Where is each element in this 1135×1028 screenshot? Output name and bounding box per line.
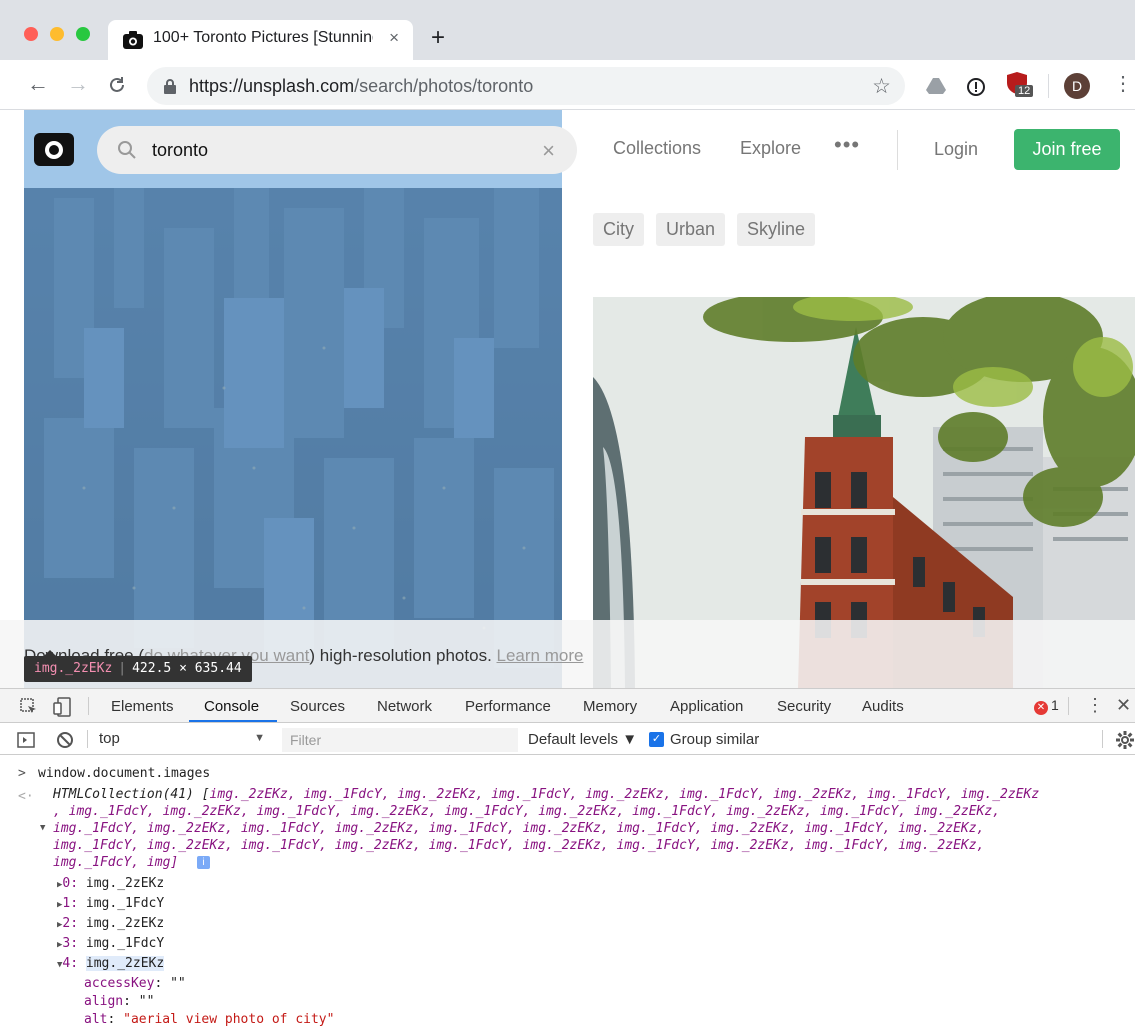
browser-menu-icon[interactable]: ⋮ — [1113, 74, 1133, 94]
toolbar-divider — [1048, 74, 1049, 98]
group-similar-checkbox[interactable]: ✓ — [649, 732, 664, 747]
minimize-window-button[interactable] — [50, 27, 64, 41]
element-highlight-overlay — [24, 110, 562, 688]
back-arrow-icon[interactable]: ← — [27, 73, 49, 95]
sidebar-toggle-icon[interactable] — [17, 732, 35, 748]
search-value: toronto — [152, 140, 209, 160]
learn-more-link[interactable]: Learn more — [497, 646, 584, 665]
context-select[interactable]: top ▼ — [99, 730, 271, 750]
property-row[interactable]: accessKey: "" — [84, 975, 186, 992]
collection-line: img._1FdcY, img._2zEKz, img._1FdcY, img.… — [53, 821, 985, 836]
tab-close-icon[interactable]: × — [389, 28, 399, 48]
collection-item[interactable]: ▼4: img._2zEKz — [57, 955, 165, 974]
collection-line: img._1FdcY, img] — [53, 855, 179, 870]
login-link[interactable]: Login — [934, 139, 978, 160]
profile-avatar[interactable]: D — [1064, 73, 1090, 99]
group-similar-label: Group similar — [670, 731, 760, 748]
tooltip-selector: img._2zEKz — [34, 661, 113, 676]
close-devtools-icon[interactable]: ✕ — [1116, 695, 1131, 716]
collection-line[interactable]: HTMLCollection(41) [img._2zEKz, img._1Fd… — [53, 786, 1039, 803]
toolbar-divider — [87, 730, 88, 748]
error-counter[interactable]: ✕ 1 — [1034, 697, 1059, 715]
devtools-panel: Elements Console Sources Network Perform… — [0, 688, 1135, 1027]
drive-icon[interactable] — [926, 78, 946, 94]
active-tab-indicator — [189, 720, 277, 722]
camera-icon — [123, 31, 143, 49]
tab-application[interactable]: Application — [670, 698, 743, 715]
expand-triangle-icon[interactable]: ▼ — [40, 820, 45, 837]
toolbar-divider — [1102, 730, 1103, 748]
device-toolbar-icon[interactable] — [53, 697, 73, 717]
error-icon: ✕ — [1034, 701, 1048, 715]
console-output: > window.document.images <· HTMLCollecti… — [0, 763, 1135, 1027]
more-menu-icon[interactable]: ••• — [834, 132, 860, 158]
close-window-button[interactable] — [24, 27, 38, 41]
unsplash-logo-icon[interactable] — [34, 133, 74, 166]
bookmark-star-icon[interactable]: ☆ — [872, 74, 891, 99]
property-row[interactable]: align: "" — [84, 993, 154, 1010]
address-bar-row: ← → https://unsplash.com/search/photos/t… — [0, 60, 1135, 110]
browser-tab-bar: 100+ Toronto Pictures [Stunning × + — [0, 0, 1135, 60]
forward-arrow-icon[interactable]: → — [67, 73, 89, 95]
inspect-element-icon[interactable] — [20, 698, 38, 716]
reload-icon[interactable] — [107, 75, 127, 95]
header-divider — [897, 130, 898, 170]
nav-collections[interactable]: Collections — [613, 138, 701, 159]
tab-sources[interactable]: Sources — [290, 698, 345, 715]
tab-security[interactable]: Security — [777, 698, 831, 715]
clear-console-icon[interactable] — [56, 731, 74, 749]
lock-icon — [164, 79, 176, 94]
log-levels-select[interactable]: Default levels ▼ — [528, 731, 637, 748]
new-tab-button[interactable]: + — [431, 26, 445, 50]
collection-item[interactable]: ▶2: img._2zEKz — [57, 915, 164, 934]
collection-line: img._1FdcY, img._2zEKz, img._1FdcY, img.… — [53, 838, 985, 853]
tag-urban[interactable]: Urban — [656, 213, 726, 246]
prompt-chevron-icon: > — [18, 766, 26, 781]
join-free-button[interactable]: Join free — [1014, 129, 1120, 170]
tab-divider — [88, 697, 89, 715]
web-page: toronto × Collections Explore ••• Login … — [0, 110, 1135, 688]
ublock-extension-icon[interactable]: 12 — [1007, 72, 1037, 102]
url-text: https://unsplash.com/search/photos/toron… — [189, 76, 534, 96]
collection-item[interactable]: ▶1: img._1FdcY — [57, 895, 164, 914]
devtools-menu-icon[interactable]: ⋮ — [1086, 695, 1104, 716]
extension-badge: 12 — [1015, 85, 1034, 97]
search-icon — [118, 141, 136, 159]
result-arrow-icon: <· — [18, 789, 34, 804]
tab-memory[interactable]: Memory — [583, 698, 637, 715]
tab-network[interactable]: Network — [377, 698, 432, 715]
search-input[interactable]: toronto × — [97, 126, 577, 174]
property-row[interactable]: alt: "aerial view photo of city" — [84, 1011, 334, 1028]
tag-skyline[interactable]: Skyline — [737, 213, 816, 246]
tooltip-size: 422.5 × 635.44 — [132, 661, 242, 676]
nav-explore[interactable]: Explore — [740, 138, 801, 159]
tab-divider — [1068, 697, 1069, 715]
tab-audits[interactable]: Audits — [862, 698, 904, 715]
element-inspector-tooltip: img._2zEKz | 422.5 × 635.44 — [24, 650, 252, 682]
browser-tab[interactable]: 100+ Toronto Pictures [Stunning × — [108, 20, 413, 60]
collection-line: , img._1FdcY, img._2zEKz, img._1FdcY, im… — [53, 804, 1001, 819]
console-settings-gear-icon[interactable] — [1116, 731, 1134, 749]
console-toolbar: top ▼ Filter Default levels ▼ ✓ Group si… — [0, 724, 1135, 755]
info-badge-icon[interactable]: i — [197, 856, 210, 869]
tab-console[interactable]: Console — [204, 698, 259, 715]
url-bar[interactable]: https://unsplash.com/search/photos/toron… — [147, 67, 905, 105]
clear-search-icon[interactable]: × — [542, 138, 555, 164]
devtools-tab-bar: Elements Console Sources Network Perform… — [0, 689, 1135, 723]
tab-title: 100+ Toronto Pictures [Stunning — [153, 29, 373, 46]
console-command: window.document.images — [38, 766, 211, 781]
console-filter-input[interactable]: Filter — [282, 728, 518, 752]
collection-item[interactable]: ▶3: img._1FdcY — [57, 935, 164, 954]
tab-elements[interactable]: Elements — [111, 698, 174, 715]
collection-item[interactable]: ▶0: img._2zEKz — [57, 875, 164, 894]
tab-performance[interactable]: Performance — [465, 698, 551, 715]
info-icon[interactable] — [967, 78, 985, 96]
dropdown-arrow-icon: ▼ — [254, 732, 265, 744]
zoom-window-button[interactable] — [76, 27, 90, 41]
tag-city[interactable]: City — [593, 213, 644, 246]
